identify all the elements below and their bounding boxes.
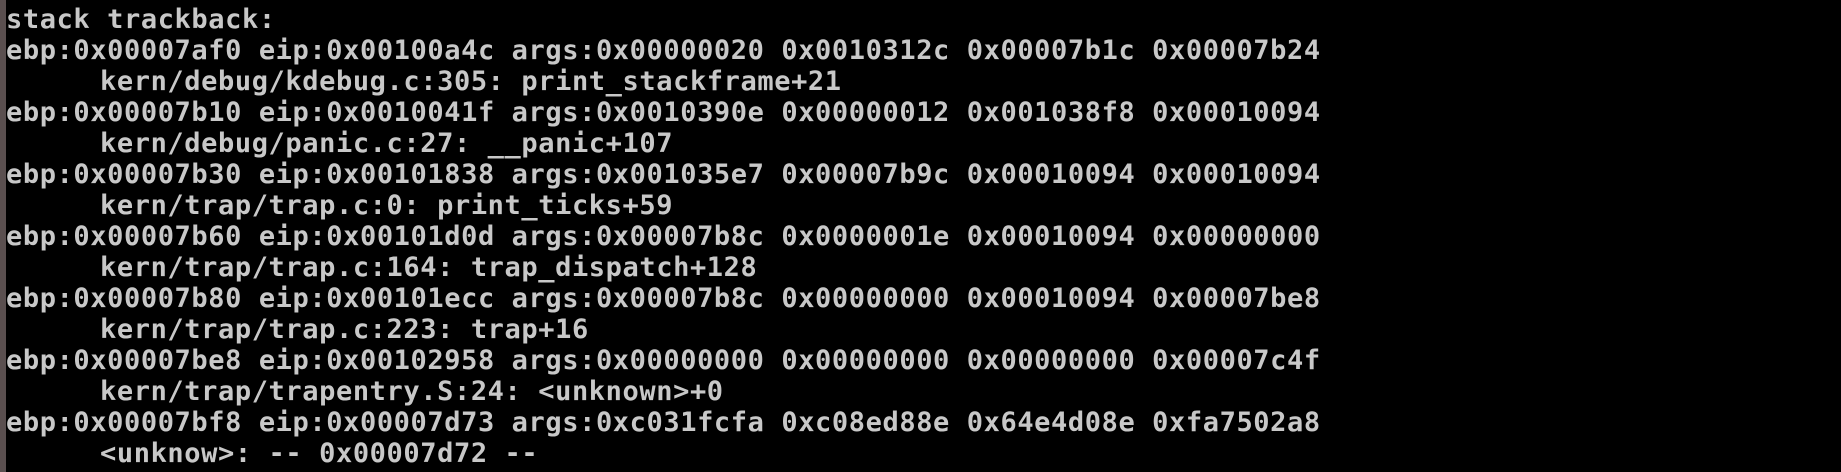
terminal-line: ebp:0x00007b30 eip:0x00101838 args:0x001…	[6, 159, 1321, 190]
terminal-line: ebp:0x00007af0 eip:0x00100a4c args:0x000…	[6, 35, 1321, 66]
terminal-line: kern/trap/trapentry.S:24: <unknown>+0	[100, 376, 724, 407]
terminal-line: ebp:0x00007be8 eip:0x00102958 args:0x000…	[6, 345, 1321, 376]
terminal-window: stack trackback: ebp:0x00007af0 eip:0x00…	[0, 0, 1841, 472]
terminal-line: ebp:0x00007b10 eip:0x0010041f args:0x001…	[6, 97, 1321, 128]
terminal-line: kern/debug/panic.c:27: __panic+107	[100, 128, 674, 159]
terminal-line: ebp:0x00007b60 eip:0x00101d0d args:0x000…	[6, 221, 1321, 252]
terminal-line: stack trackback:	[6, 4, 276, 35]
terminal-line: kern/debug/kdebug.c:305: print_stackfram…	[100, 66, 842, 97]
terminal-output: stack trackback: ebp:0x00007af0 eip:0x00…	[6, 4, 1841, 469]
terminal-line: ebp:0x00007b80 eip:0x00101ecc args:0x000…	[6, 283, 1321, 314]
terminal-line: <unknow>: -- 0x00007d72 --	[100, 438, 539, 469]
terminal-line: ebp:0x00007bf8 eip:0x00007d73 args:0xc03…	[6, 407, 1321, 438]
terminal-line: kern/trap/trap.c:0: print_ticks+59	[100, 190, 674, 221]
terminal-line: kern/trap/trap.c:164: trap_dispatch+128	[100, 252, 758, 283]
terminal-line: kern/trap/trap.c:223: trap+16	[100, 314, 589, 345]
